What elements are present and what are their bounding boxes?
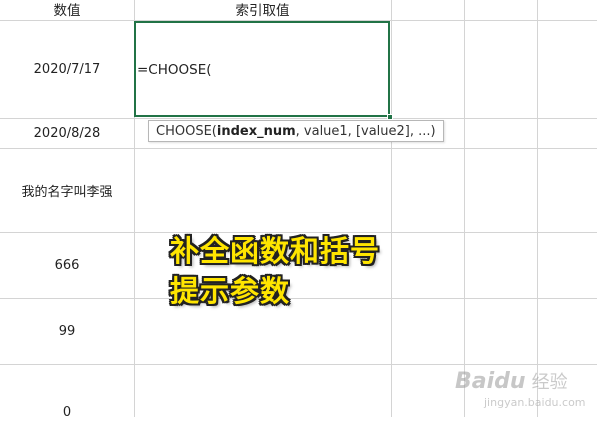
spreadsheet-grid: 数值 索引取值 2020/7/17 2020/8/28 我的名字叫李强 666 … xyxy=(0,0,597,420)
tooltip-function-name: CHOOSE( xyxy=(156,123,217,139)
watermark-brand: Baidu xyxy=(455,368,526,394)
annotation-line-1: 补全函数和括号 xyxy=(170,234,381,268)
column-divider xyxy=(537,0,538,417)
column-header-index-value[interactable]: 索引取值 xyxy=(134,0,391,20)
column-divider xyxy=(464,0,465,417)
cell-a7[interactable]: 0 xyxy=(0,400,134,425)
cell-a4[interactable]: 我的名字叫李强 xyxy=(0,149,134,232)
cell-a5[interactable]: 666 xyxy=(0,233,134,298)
column-header-value[interactable]: 数值 xyxy=(0,0,134,20)
tooltip-remaining-arguments: , value1, [value2], ...) xyxy=(295,123,436,139)
cell-a6[interactable]: 99 xyxy=(0,299,134,364)
formula-text: =CHOOSE( xyxy=(137,62,212,78)
annotation-line-2: 提示参数 xyxy=(170,274,291,308)
tooltip-current-argument[interactable]: index_num xyxy=(217,124,296,139)
cell-a3[interactable]: 2020/8/28 xyxy=(0,119,134,148)
watermark-url: jingyan.baidu.com xyxy=(484,396,586,409)
baidu-watermark: Baidu 经验 xyxy=(455,364,595,398)
watermark-suffix: 经验 xyxy=(531,372,568,393)
function-hint-tooltip: CHOOSE(index_num, value1, [value2], ...) xyxy=(148,120,444,142)
cell-a2[interactable]: 2020/7/17 xyxy=(0,21,134,118)
column-divider xyxy=(391,0,392,417)
